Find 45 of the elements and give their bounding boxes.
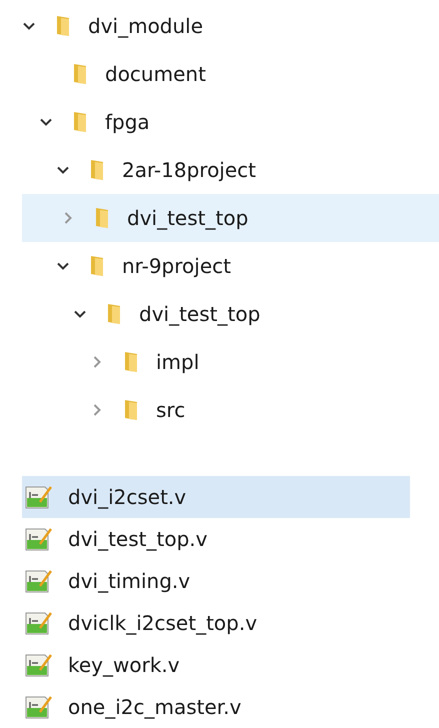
folder-icon bbox=[124, 351, 138, 373]
folder-name: impl bbox=[156, 350, 200, 374]
tree-item[interactable]: document bbox=[0, 50, 439, 98]
file-item[interactable]: dvi_test_top.v bbox=[22, 518, 410, 560]
file-name: dviclk_i2cset_top.v bbox=[68, 611, 258, 635]
tree-item[interactable]: impl bbox=[0, 338, 439, 386]
tree-item[interactable]: dvi_test_top bbox=[0, 290, 439, 338]
tree-item[interactable]: dvi_module bbox=[0, 2, 439, 50]
file-item[interactable]: dviclk_i2cset_top.v bbox=[22, 602, 410, 644]
folder-name: nr-9project bbox=[122, 254, 231, 278]
folder-icon bbox=[107, 303, 121, 325]
folder-icon bbox=[73, 63, 87, 85]
file-icon bbox=[24, 610, 54, 636]
file-icon bbox=[24, 652, 54, 678]
file-name: dvi_test_top.v bbox=[68, 527, 208, 551]
folder-icon bbox=[56, 15, 70, 37]
folder-name: dvi_module bbox=[88, 14, 204, 38]
file-name: dvi_timing.v bbox=[68, 569, 190, 593]
folder-icon bbox=[90, 159, 104, 181]
file-icon bbox=[24, 568, 54, 594]
folder-name: dvi_test_top bbox=[139, 302, 260, 326]
file-item[interactable]: key_work.v bbox=[22, 644, 410, 686]
file-name: one_i2c_master.v bbox=[68, 695, 242, 719]
tree-item[interactable]: dvi_test_top bbox=[22, 194, 439, 242]
tree-item[interactable]: src bbox=[0, 386, 439, 434]
tree-item[interactable]: nr-9project bbox=[0, 242, 439, 290]
file-item[interactable]: one_i2c_master.v bbox=[22, 686, 410, 728]
folder-name: src bbox=[156, 398, 186, 422]
file-item[interactable]: dvi_i2cset.v bbox=[22, 476, 410, 518]
file-icon bbox=[24, 484, 54, 510]
tree-item[interactable]: fpga bbox=[0, 98, 439, 146]
folder-icon bbox=[95, 207, 109, 229]
folder-name: fpga bbox=[105, 110, 150, 134]
file-icon bbox=[24, 526, 54, 552]
folder-icon bbox=[124, 399, 138, 421]
file-name: dvi_i2cset.v bbox=[68, 485, 186, 509]
tree-item[interactable]: 2ar-18project bbox=[0, 146, 439, 194]
folder-name: dvi_test_top bbox=[127, 206, 248, 230]
folder-name: 2ar-18project bbox=[122, 158, 256, 182]
file-name: key_work.v bbox=[68, 653, 180, 677]
folder-name: document bbox=[105, 62, 206, 86]
folder-icon bbox=[90, 255, 104, 277]
file-icon bbox=[24, 694, 54, 720]
folder-icon bbox=[73, 111, 87, 133]
file-item[interactable]: dvi_timing.v bbox=[22, 560, 410, 602]
